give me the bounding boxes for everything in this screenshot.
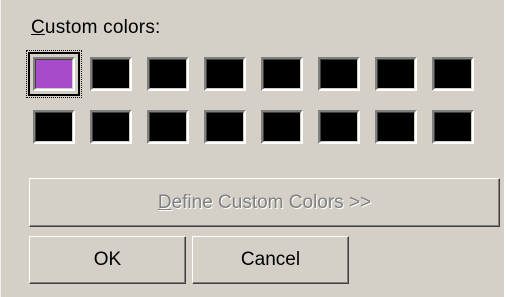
define-custom-colors-button[interactable]: Define Custom Colors >>: [29, 178, 500, 227]
swatch-inner-bevel: [206, 59, 244, 89]
swatch-color-fill: [321, 60, 357, 88]
cancel-button-label: Cancel: [240, 249, 301, 270]
custom-colors-label-mnemonic: C: [31, 17, 45, 38]
swatch-color-fill: [321, 113, 357, 141]
custom-color-swatch[interactable]: [375, 57, 417, 91]
swatch-color-fill: [435, 60, 471, 88]
swatch-color-fill: [207, 60, 243, 88]
swatch-color-fill: [36, 113, 72, 141]
swatch-inner-bevel: [320, 59, 358, 89]
swatch-color-fill: [378, 113, 414, 141]
custom-color-swatch[interactable]: [261, 110, 303, 144]
custom-color-swatch[interactable]: [90, 110, 132, 144]
swatch-inner-bevel: [434, 59, 472, 89]
swatch-color-fill: [93, 60, 129, 88]
swatch-inner-bevel: [92, 59, 130, 89]
swatch-inner-bevel: [35, 112, 73, 142]
custom-color-swatch[interactable]: [432, 57, 474, 91]
custom-color-swatch[interactable]: [90, 57, 132, 91]
swatch-inner-bevel: [149, 112, 187, 142]
custom-color-swatch[interactable]: [147, 110, 189, 144]
swatch-inner-bevel: [35, 59, 73, 89]
custom-colors-panel: Custom colors: Define Custom Colors >> O…: [0, 0, 506, 297]
swatch-color-fill: [150, 60, 186, 88]
panel-edge: [0, 0, 1, 297]
custom-color-swatch[interactable]: [204, 57, 246, 91]
define-custom-colors-label-mnemonic: D: [157, 192, 172, 213]
swatch-inner-bevel: [434, 112, 472, 142]
define-custom-colors-label-rest: efine Custom Colors >>: [171, 192, 372, 213]
cancel-button[interactable]: Cancel: [192, 236, 349, 284]
custom-colors-label: Custom colors:: [31, 17, 161, 39]
custom-color-swatch[interactable]: [318, 110, 360, 144]
custom-color-swatch[interactable]: [432, 110, 474, 144]
custom-color-swatch[interactable]: [33, 110, 75, 144]
swatch-inner-bevel: [377, 59, 415, 89]
custom-color-swatch[interactable]: [147, 57, 189, 91]
swatch-inner-bevel: [320, 112, 358, 142]
custom-color-swatch[interactable]: [33, 57, 75, 91]
ok-button[interactable]: OK: [29, 236, 186, 284]
custom-color-swatch[interactable]: [261, 57, 303, 91]
swatch-inner-bevel: [377, 112, 415, 142]
swatch-color-fill: [378, 60, 414, 88]
swatch-color-fill: [264, 60, 300, 88]
custom-colors-label-rest: ustom colors:: [44, 17, 161, 38]
ok-button-label: OK: [93, 249, 122, 270]
custom-color-swatch[interactable]: [375, 110, 417, 144]
custom-color-swatch[interactable]: [204, 110, 246, 144]
swatch-inner-bevel: [149, 59, 187, 89]
custom-color-swatch[interactable]: [318, 57, 360, 91]
swatch-color-fill: [150, 113, 186, 141]
swatch-color-fill: [435, 113, 471, 141]
swatch-inner-bevel: [263, 59, 301, 89]
swatch-inner-bevel: [206, 112, 244, 142]
swatch-color-fill: [36, 60, 72, 88]
swatch-inner-bevel: [92, 112, 130, 142]
define-custom-colors-label: Define Custom Colors >>: [30, 179, 499, 226]
swatch-inner-bevel: [263, 112, 301, 142]
swatch-color-fill: [207, 113, 243, 141]
swatch-color-fill: [93, 113, 129, 141]
swatch-color-fill: [264, 113, 300, 141]
